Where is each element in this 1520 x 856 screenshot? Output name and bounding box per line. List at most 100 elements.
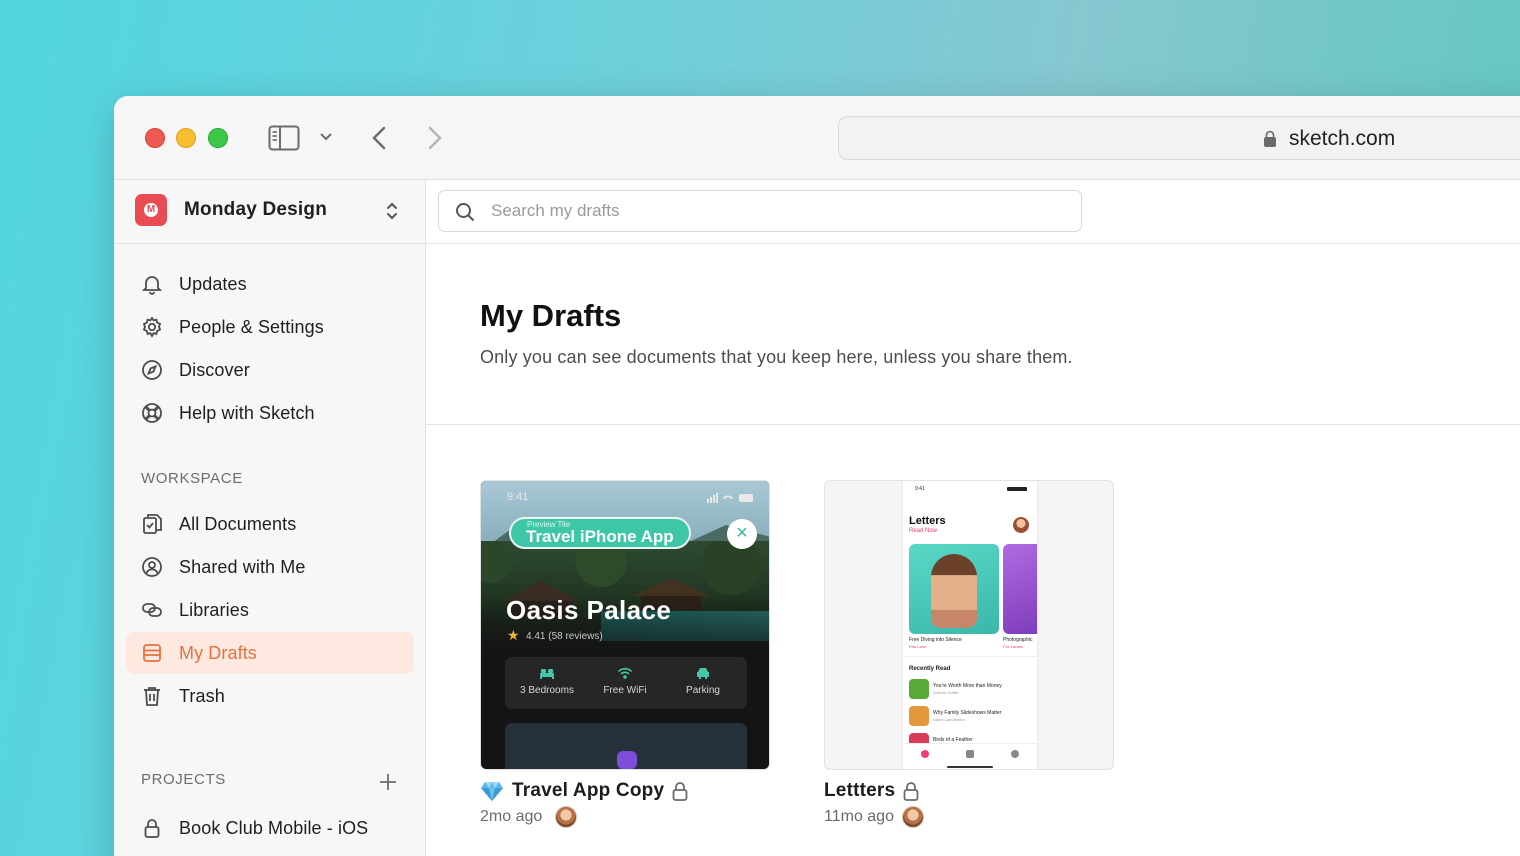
tab-grid-icon xyxy=(966,750,974,758)
sidebar-item-label: Book Club Mobile - iOS xyxy=(179,818,369,838)
app-title: Letters xyxy=(909,515,946,527)
sidebar-item-discover[interactable]: Discover xyxy=(126,349,414,391)
list-item-subtitle: Diane Lancaberro xyxy=(933,717,965,722)
projects-section-label: PROJECTS xyxy=(141,771,226,788)
browser-window: sketch.com M Monday Design Updates Peopl… xyxy=(114,96,1520,856)
page-subtitle: Only you can see documents that you keep… xyxy=(480,347,1073,367)
sidebar-item-label: All Documents xyxy=(179,514,297,534)
workspace-switcher[interactable]: M Monday Design xyxy=(114,180,426,244)
star-icon: ★ xyxy=(507,627,520,643)
sidebar-item-label: Discover xyxy=(179,360,250,380)
sidebar-toggle-icon[interactable] xyxy=(268,125,300,151)
status-bar-icons xyxy=(1007,487,1027,491)
recent-section-label: Recently Read xyxy=(909,666,951,672)
list-item-subtitle: Antonio Hoffer xyxy=(933,690,959,695)
main-content: My Drafts Only you can see documents tha… xyxy=(426,180,1520,856)
search-row xyxy=(426,180,1520,244)
chevron-down-icon[interactable] xyxy=(317,128,335,146)
document-title[interactable]: Travel App Copy xyxy=(512,780,664,802)
document-card-lettters[interactable]: 9:41 Letters Read Now Free Diving into S… xyxy=(824,480,1114,828)
trash-icon xyxy=(144,687,160,706)
map-preview xyxy=(505,723,747,769)
sidebar-item-trash[interactable]: Trash xyxy=(126,675,414,717)
card-title-row: Travel App Copy xyxy=(480,778,688,804)
sidebar-item-people-settings[interactable]: People & Settings xyxy=(126,306,414,348)
document-title[interactable]: Lettters xyxy=(824,780,895,802)
compass-icon xyxy=(142,360,162,380)
amenities-panel: 3 Bedrooms Free WiFi Parking xyxy=(505,657,747,709)
document-card-travel-app-copy[interactable]: 9:41 Preview Tile Travel iPhone App × Oa… xyxy=(480,480,770,828)
lock-icon xyxy=(672,782,688,801)
search-icon xyxy=(456,203,475,222)
sidebar-item-project-book-club[interactable]: Book Club Mobile - iOS xyxy=(126,807,414,849)
workspace-logo: M xyxy=(135,194,167,226)
url-text: sketch.com xyxy=(1289,127,1396,150)
sidebar-item-label: My Drafts xyxy=(179,643,257,663)
amenity-item: 3 Bedrooms xyxy=(507,667,587,696)
document-modified-time: 2mo ago xyxy=(480,808,543,825)
back-arrow-icon[interactable] xyxy=(368,124,390,152)
add-project-icon[interactable] xyxy=(378,772,398,792)
list-item-title: You're Worth More than Money xyxy=(933,683,1002,689)
sidebar-item-help[interactable]: Help with Sketch xyxy=(126,392,414,434)
tab-home-icon xyxy=(921,750,929,758)
chevron-up-down-icon[interactable] xyxy=(384,200,400,222)
status-bar-icons xyxy=(707,493,753,503)
sidebar-item-libraries[interactable]: Libraries xyxy=(126,589,414,631)
sidebar-item-all-documents[interactable]: All Documents xyxy=(126,503,414,545)
document-thumbnail[interactable]: 9:41 Preview Tile Travel iPhone App × Oa… xyxy=(480,480,770,770)
preview-tile-title: Travel iPhone App xyxy=(526,527,674,546)
list-item: You're Worth More than Money Antonio Hof… xyxy=(909,679,1033,701)
featured-card xyxy=(1003,544,1037,634)
sidebar-item-shared-with-me[interactable]: Shared with Me xyxy=(126,546,414,588)
card-author: Rita Lane xyxy=(909,644,927,649)
minimize-window-button[interactable] xyxy=(176,128,196,148)
close-window-button[interactable] xyxy=(145,128,165,148)
list-item: Why Family Slideshows Matter Diane Lanca… xyxy=(909,706,1033,728)
address-bar[interactable]: sketch.com xyxy=(838,116,1520,160)
lock-icon xyxy=(144,819,160,838)
preview-tile-pill: Preview Tile Travel iPhone App xyxy=(509,517,691,549)
portrait-image xyxy=(931,554,977,628)
avatar xyxy=(902,806,924,828)
status-time: 9:41 xyxy=(915,486,925,492)
avatar xyxy=(1013,517,1029,533)
person-circle-icon xyxy=(142,557,162,577)
wifi-icon xyxy=(617,667,633,679)
document-thumbnail[interactable]: 9:41 Letters Read Now Free Diving into S… xyxy=(824,480,1114,770)
zoom-window-button[interactable] xyxy=(208,128,228,148)
section-divider xyxy=(426,424,1520,425)
amenity-label: Parking xyxy=(686,685,720,696)
sidebar-item-label: Libraries xyxy=(179,600,249,620)
gear-icon xyxy=(142,316,162,338)
amenity-item: Free WiFi xyxy=(585,667,665,696)
forward-arrow-icon[interactable] xyxy=(424,124,446,152)
list-item-thumbnail xyxy=(909,679,929,699)
phone-artboard: 9:41 Letters Read Now Free Diving into S… xyxy=(903,481,1037,769)
list-item-thumbnail xyxy=(909,706,929,726)
car-icon xyxy=(697,668,709,679)
divider xyxy=(903,656,1037,657)
amenity-label: 3 Bedrooms xyxy=(520,685,574,696)
sidebar-item-updates[interactable]: Updates xyxy=(126,263,414,305)
workspace-name: Monday Design xyxy=(184,199,328,220)
lock-icon xyxy=(1264,130,1276,147)
amenity-item: Parking xyxy=(663,667,743,696)
card-author: Fox Lambs xyxy=(1003,644,1023,649)
sidebar-item-label: Updates xyxy=(179,274,247,294)
drafts-icon xyxy=(143,644,161,662)
card-title-row: Lettters xyxy=(824,778,919,804)
amenity-label: Free WiFi xyxy=(603,685,647,696)
featured-card xyxy=(909,544,999,634)
search-input[interactable] xyxy=(491,197,1051,225)
sidebar-item-my-drafts[interactable]: My Drafts xyxy=(126,632,414,674)
lock-icon xyxy=(903,782,919,801)
documents-icon xyxy=(143,514,162,534)
libraries-icon xyxy=(142,603,162,617)
app-subtitle: Read Now xyxy=(909,528,938,534)
status-time: 9:41 xyxy=(507,491,529,503)
hotel-name: Oasis Palace xyxy=(506,595,672,625)
tab-people-icon xyxy=(1011,750,1019,758)
search-box[interactable] xyxy=(438,190,1082,232)
card-caption: Photographic xyxy=(1003,637,1033,643)
